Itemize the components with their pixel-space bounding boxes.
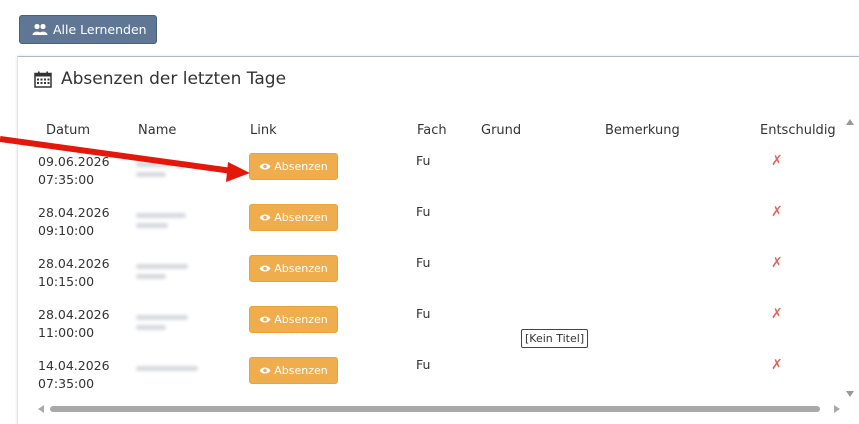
row-datetime: 14.04.2026 07:35:00 [38, 357, 110, 393]
row-datetime: 28.04.2026 11:00:00 [38, 306, 110, 342]
absences-link-button[interactable]: Absenzen [249, 357, 338, 384]
student-name-redacted [136, 259, 194, 293]
table-row: 28.04.2026 09:10:00 Absenzen Fu ✗ [18, 204, 838, 255]
table-row: 09.06.2026 07:35:00 Absenzen Fu ✗ [18, 153, 838, 204]
tooltip: [Kein Titel] [521, 329, 589, 348]
column-header-bemerkung: Bemerkung [605, 123, 680, 138]
row-date: 28.04.2026 [38, 307, 110, 322]
not-excused-cross-icon: ✗ [771, 255, 783, 271]
absences-link-button[interactable]: Absenzen [249, 153, 338, 180]
scroll-right-arrow-icon[interactable] [834, 405, 840, 413]
eye-icon [259, 214, 271, 221]
column-header-grund: Grund [481, 123, 522, 138]
users-icon [32, 23, 48, 35]
scroll-up-arrow-icon[interactable] [846, 119, 854, 125]
absences-link-label: Absenzen [274, 313, 328, 326]
panel-header: Absenzen der letzten Tage [34, 67, 286, 91]
row-date: 28.04.2026 [38, 256, 110, 271]
column-header-entschuldigt: Entschuldig [760, 123, 836, 138]
row-date: 14.04.2026 [38, 358, 110, 373]
table-row: 14.04.2026 07:35:00 Absenzen Fu ✗ [18, 357, 838, 408]
student-name-redacted [136, 310, 194, 344]
eye-icon [259, 163, 271, 170]
eye-icon [259, 367, 271, 374]
not-excused-cross-icon: ✗ [771, 153, 783, 169]
column-header-datum: Datum [46, 123, 90, 138]
absences-link-label: Absenzen [274, 262, 328, 275]
row-datetime: 09.06.2026 07:35:00 [38, 153, 110, 189]
absences-link-label: Absenzen [274, 211, 328, 224]
all-learners-button[interactable]: Alle Lernenden [19, 15, 157, 44]
absences-link-label: Absenzen [274, 160, 328, 173]
column-header-name: Name [138, 123, 177, 138]
student-name-redacted [136, 208, 194, 242]
row-fach: Fu [416, 357, 431, 372]
scroll-left-arrow-icon[interactable] [38, 405, 44, 413]
not-excused-cross-icon: ✗ [771, 306, 783, 322]
row-fach: Fu [416, 306, 431, 321]
student-name-redacted [136, 157, 194, 191]
panel-title: Absenzen der letzten Tage [61, 69, 287, 89]
row-time: 07:35:00 [38, 376, 95, 391]
not-excused-cross-icon: ✗ [771, 204, 783, 220]
student-name-redacted [136, 361, 198, 395]
scroll-down-arrow-icon[interactable] [846, 391, 854, 397]
absences-link-button[interactable]: Absenzen [249, 204, 338, 231]
absences-link-label: Absenzen [274, 364, 328, 377]
not-excused-cross-icon: ✗ [771, 357, 783, 373]
row-datetime: 28.04.2026 09:10:00 [38, 204, 110, 240]
absences-link-button[interactable]: Absenzen [249, 306, 338, 333]
table-row: 28.04.2026 11:00:00 Absenzen Fu ✗ [18, 306, 838, 357]
calendar-icon [34, 71, 52, 88]
row-datetime: 28.04.2026 10:15:00 [38, 255, 110, 291]
row-fach: Fu [416, 255, 431, 270]
column-header-link: Link [250, 123, 277, 138]
table-row: 28.04.2026 10:15:00 Absenzen Fu ✗ [18, 255, 838, 306]
row-time: 07:35:00 [38, 172, 95, 187]
row-time: 09:10:00 [38, 223, 95, 238]
row-date: 09.06.2026 [38, 154, 110, 169]
eye-icon [259, 316, 271, 323]
absences-link-button[interactable]: Absenzen [249, 255, 338, 282]
row-date: 28.04.2026 [38, 205, 110, 220]
row-time: 11:00:00 [38, 325, 95, 340]
horizontal-scrollbar[interactable] [38, 405, 840, 413]
row-time: 10:15:00 [38, 274, 95, 289]
absences-panel: Absenzen der letzten Tage Datum Name Lin… [17, 56, 859, 424]
eye-icon [259, 265, 271, 272]
scrollbar-thumb[interactable] [50, 406, 820, 412]
row-fach: Fu [416, 153, 431, 168]
column-header-fach: Fach [417, 123, 447, 138]
row-fach: Fu [416, 204, 431, 219]
all-learners-label: Alle Lernenden [53, 22, 147, 37]
